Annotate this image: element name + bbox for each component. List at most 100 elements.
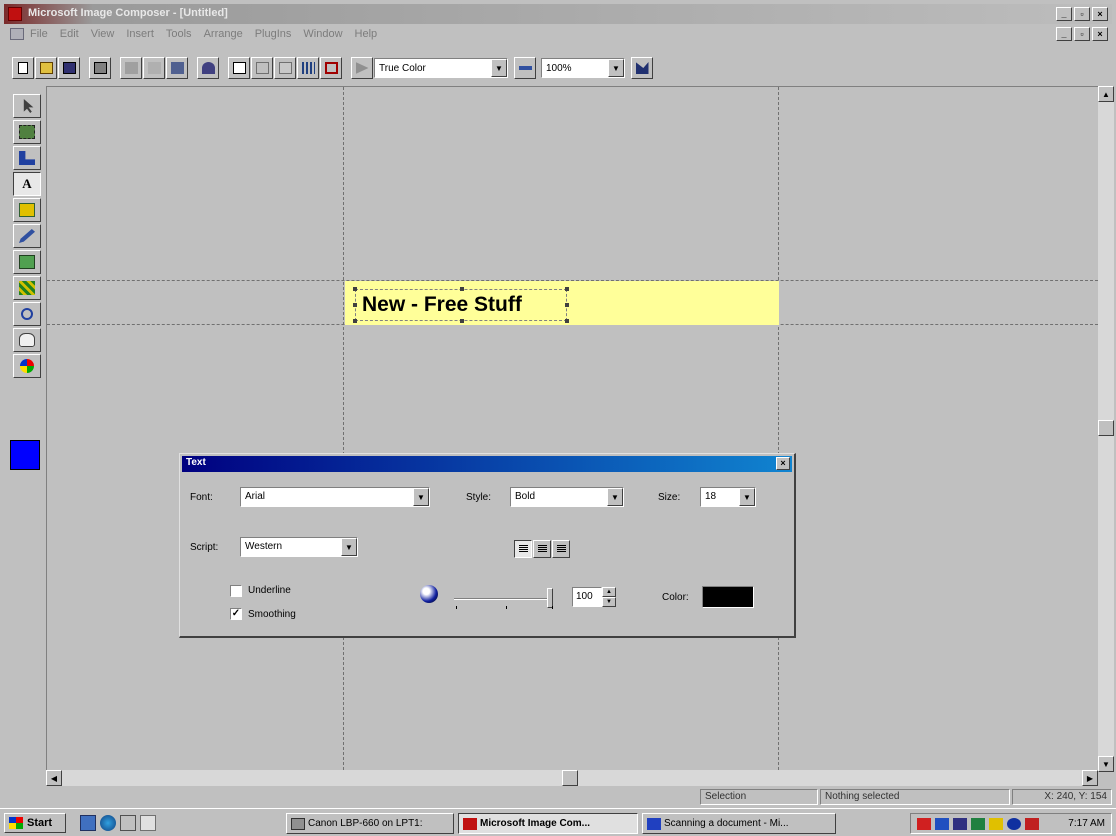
cut-button[interactable]	[120, 57, 142, 79]
current-color-swatch[interactable]	[10, 440, 40, 470]
texture-tool[interactable]	[13, 276, 41, 300]
start-button[interactable]: Start	[4, 813, 66, 833]
menu-file[interactable]: File	[30, 28, 48, 40]
resize-handle[interactable]	[565, 287, 569, 291]
insert-button[interactable]	[228, 57, 250, 79]
resize-handle[interactable]	[565, 319, 569, 323]
scroll-left-button[interactable]: ◀	[46, 770, 62, 786]
tray-network-icon[interactable]	[935, 817, 949, 830]
resize-handle[interactable]	[565, 303, 569, 307]
zoom-select[interactable]: 100% ▼	[541, 58, 625, 78]
tray-volume-icon[interactable]	[989, 817, 1003, 830]
opacity-slider-thumb[interactable]	[547, 588, 553, 608]
vertical-scrollbar[interactable]: ▲ ▼	[1098, 86, 1114, 772]
outlook-quicklaunch-icon[interactable]	[140, 815, 156, 831]
clock[interactable]: 7:17 AM	[1068, 818, 1105, 829]
app-icon[interactable]	[8, 7, 22, 21]
tray-task-icon[interactable]	[971, 817, 985, 830]
minimize-button[interactable]: _	[1056, 7, 1072, 21]
menu-window[interactable]: Window	[303, 28, 342, 40]
resize-handle[interactable]	[353, 303, 357, 307]
undo-button[interactable]	[197, 57, 219, 79]
tray-display-icon[interactable]	[953, 817, 967, 830]
menu-insert[interactable]: Insert	[126, 28, 154, 40]
browser-quicklaunch-icon[interactable]	[100, 815, 116, 831]
scroll-right-button[interactable]: ▶	[1082, 770, 1098, 786]
open-button[interactable]	[35, 57, 57, 79]
horizontal-scrollbar[interactable]: ◀ ▶	[46, 770, 1098, 786]
style-select[interactable]: Bold ▼	[510, 487, 624, 507]
align-center-button[interactable]	[533, 540, 551, 558]
channels-quicklaunch-icon[interactable]	[120, 815, 136, 831]
text-sprite[interactable]: New - Free Stuff	[353, 287, 569, 323]
horizontal-scroll-thumb[interactable]	[562, 770, 578, 786]
workspace[interactable]: New - Free Stuff	[46, 86, 1098, 770]
cutout-tool[interactable]	[13, 120, 41, 144]
paste-button[interactable]	[166, 57, 188, 79]
duplicate-button[interactable]	[274, 57, 296, 79]
align-left-button[interactable]	[514, 540, 532, 558]
menu-help[interactable]: Help	[355, 28, 378, 40]
doc-close-button[interactable]: ×	[1092, 27, 1108, 41]
arrow-tool[interactable]	[13, 94, 41, 118]
text-dialog-close-button[interactable]: ×	[776, 457, 790, 470]
opacity-up-button[interactable]: ▲	[602, 587, 616, 597]
menu-view[interactable]: View	[91, 28, 115, 40]
doc-minimize-button[interactable]: _	[1056, 27, 1072, 41]
color-format-dropdown-button[interactable]: ▼	[491, 59, 507, 77]
size-select[interactable]: 18 ▼	[700, 487, 756, 507]
font-dropdown-button[interactable]: ▼	[413, 488, 429, 506]
menu-arrange[interactable]: Arrange	[204, 28, 243, 40]
color-format-select[interactable]: True Color ▼	[374, 58, 508, 78]
effects-tool[interactable]	[13, 250, 41, 274]
maximize-button[interactable]: ▫	[1074, 7, 1090, 21]
task-image-composer[interactable]: Microsoft Image Com...	[458, 813, 638, 834]
font-select[interactable]: Arial ▼	[240, 487, 430, 507]
scroll-down-button[interactable]: ▼	[1098, 756, 1114, 772]
underline-checkbox[interactable]	[230, 585, 242, 597]
smoothing-checkbox[interactable]: ✓	[230, 608, 242, 620]
help-button[interactable]	[631, 57, 653, 79]
opacity-input[interactable]: 100	[572, 587, 602, 607]
print-button[interactable]	[89, 57, 111, 79]
arrange-button[interactable]	[297, 57, 319, 79]
menu-tools[interactable]: Tools	[166, 28, 192, 40]
task-word-document[interactable]: Scanning a document - Mi...	[642, 813, 836, 834]
resize-handle[interactable]	[353, 319, 357, 323]
script-dropdown-button[interactable]: ▼	[341, 538, 357, 556]
align-right-button[interactable]	[552, 540, 570, 558]
zoom-dropdown-button[interactable]: ▼	[608, 59, 624, 77]
resize-handle[interactable]	[353, 287, 357, 291]
opacity-spinner[interactable]: ▲ ▼	[602, 587, 616, 607]
crop-tool[interactable]	[13, 146, 41, 170]
script-select[interactable]: Western ▼	[240, 537, 358, 557]
document-icon[interactable]	[10, 28, 24, 40]
select-all-button[interactable]	[320, 57, 342, 79]
style-dropdown-button[interactable]: ▼	[607, 488, 623, 506]
close-button[interactable]: ×	[1092, 7, 1108, 21]
menu-plugins[interactable]: PlugIns	[255, 28, 292, 40]
frame-button[interactable]	[514, 57, 536, 79]
text-dialog-titlebar[interactable]: Text ×	[182, 456, 792, 472]
scroll-up-button[interactable]: ▲	[1098, 86, 1114, 102]
doc-restore-button[interactable]: ▫	[1074, 27, 1090, 41]
color-tuning-tool[interactable]	[13, 354, 41, 378]
text-color-swatch[interactable]	[702, 586, 754, 608]
menu-edit[interactable]: Edit	[60, 28, 79, 40]
resize-handle[interactable]	[460, 319, 464, 323]
play-button[interactable]	[351, 57, 373, 79]
copy-button[interactable]	[143, 57, 165, 79]
save-button[interactable]	[58, 57, 80, 79]
delete-button[interactable]	[251, 57, 273, 79]
task-printer[interactable]: Canon LBP-660 on LPT1:	[286, 813, 454, 834]
tray-globe-icon[interactable]	[1007, 817, 1021, 830]
composition-banner[interactable]: New - Free Stuff	[345, 281, 779, 325]
shapes-tool[interactable]	[13, 198, 41, 222]
pan-tool[interactable]	[13, 328, 41, 352]
opacity-slider-track[interactable]	[454, 598, 550, 600]
zoom-tool[interactable]	[13, 302, 41, 326]
desktop-quicklaunch-icon[interactable]	[80, 815, 96, 831]
tray-antivirus-icon[interactable]	[1025, 817, 1039, 830]
resize-handle[interactable]	[460, 287, 464, 291]
paint-tool[interactable]	[13, 224, 41, 248]
